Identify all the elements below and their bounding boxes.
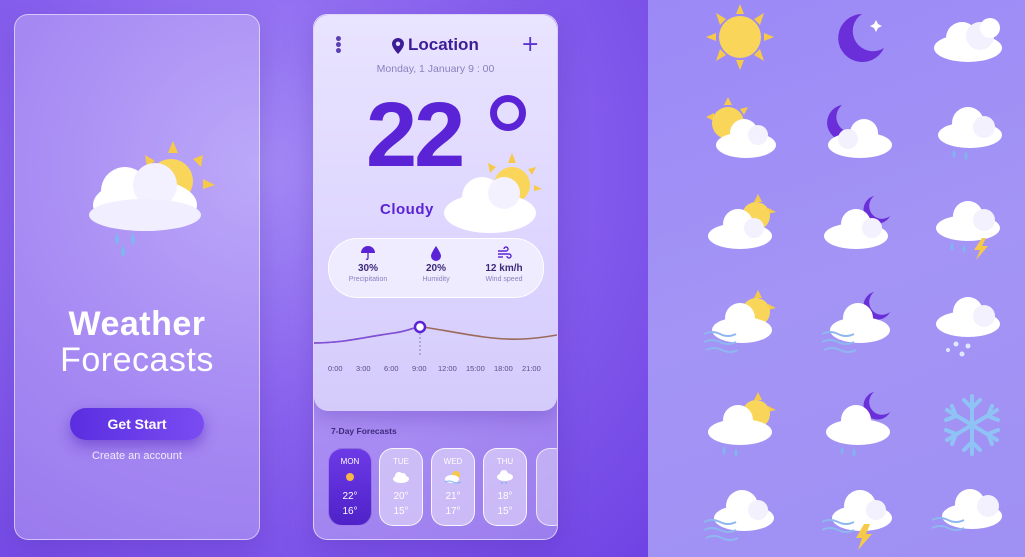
wind-icon bbox=[498, 246, 512, 259]
sun-cloud-wind-icon bbox=[444, 471, 462, 484]
cloud-wind-icon bbox=[703, 490, 774, 541]
time-label: 21:00 bbox=[522, 364, 541, 373]
precipitation-value: 30% bbox=[357, 263, 378, 274]
droplet-icon bbox=[431, 246, 441, 261]
time-label: 3:00 bbox=[356, 364, 371, 373]
time-label: 6:00 bbox=[384, 364, 399, 373]
background-right bbox=[648, 0, 1025, 557]
snowflake-icon bbox=[944, 394, 1000, 456]
cloud-snow-icon bbox=[497, 470, 513, 484]
time-label: 9:00 bbox=[412, 364, 427, 373]
moon-cloud-wind-icon bbox=[821, 292, 890, 353]
moon-behind-cloud-icon bbox=[824, 196, 890, 249]
day-name: WED bbox=[443, 457, 463, 466]
forecast-day-wed[interactable]: WED 21° 17° bbox=[431, 448, 475, 526]
cloud-rain-lightning-icon bbox=[936, 201, 1000, 260]
day-name: THU bbox=[496, 457, 514, 466]
cloud-fog-icon bbox=[931, 489, 1002, 531]
add-location-icon[interactable]: + bbox=[521, 32, 539, 57]
sun-cloud-icon bbox=[444, 153, 542, 233]
umbrella-icon bbox=[361, 246, 375, 260]
sun-cloud-rain-icon bbox=[708, 392, 776, 457]
forecast-day-partial[interactable] bbox=[536, 448, 557, 526]
sun-icon bbox=[346, 473, 354, 481]
day-name: TUE bbox=[393, 457, 409, 466]
precipitation-label: Precipitation bbox=[348, 276, 388, 283]
humidity-value: 20% bbox=[425, 263, 446, 274]
time-label: 18:00 bbox=[494, 364, 513, 373]
precipitation-stat: 30% Precipitation bbox=[333, 245, 403, 283]
condition-label: Cloudy bbox=[380, 201, 434, 218]
selected-hour-marker[interactable] bbox=[413, 320, 427, 334]
sun-cloud-rain-icon bbox=[89, 141, 215, 257]
splash-screen: Weather Forecasts Get Start Create an ac… bbox=[14, 14, 260, 540]
cloud-icon bbox=[393, 472, 409, 483]
menu-icon[interactable]: • • • bbox=[334, 33, 343, 59]
time-label: 0:00 bbox=[328, 364, 343, 373]
moon-cloud-icon bbox=[827, 105, 892, 158]
moon-cloud-rain-icon bbox=[826, 392, 890, 457]
splash-title: Weather bbox=[68, 305, 206, 343]
date-time: Monday, 1 January 9 : 00 bbox=[376, 63, 495, 75]
wind-value: 12 km/h bbox=[485, 263, 523, 274]
current-weather-panel: • • • Location + Monday, 1 January 9 : 00 … bbox=[314, 15, 557, 411]
high-temp: 22° bbox=[342, 491, 358, 502]
sun-behind-cloud-icon bbox=[708, 194, 776, 249]
create-account-link[interactable]: Create an account bbox=[15, 450, 259, 462]
hourly-temperature-curve bbox=[314, 320, 557, 355]
low-temp: 17° bbox=[445, 506, 461, 517]
humidity-label: Humidity bbox=[422, 276, 450, 283]
high-temp: 20° bbox=[393, 491, 409, 502]
cloud-icon bbox=[934, 18, 1002, 62]
cloud-hail-icon bbox=[936, 297, 1000, 357]
stats-panel: 30% Precipitation 20% Humidity 12 km/h W… bbox=[328, 238, 544, 298]
get-start-button[interactable]: Get Start bbox=[70, 408, 204, 440]
low-temp: 15° bbox=[393, 506, 409, 517]
sun-cloud-icon bbox=[706, 97, 776, 158]
moon-stars-icon bbox=[838, 14, 884, 62]
high-temp: 21° bbox=[445, 491, 461, 502]
low-temp: 15° bbox=[497, 506, 513, 517]
weather-screen: • • • Location + Monday, 1 January 9 : 00 … bbox=[313, 14, 558, 540]
high-temp: 18° bbox=[497, 491, 513, 502]
wind-stat: 12 km/h Wind speed bbox=[469, 245, 539, 283]
humidity-stat: 20% Humidity bbox=[401, 245, 471, 283]
forecast-day-mon[interactable]: MON 22° 16° bbox=[328, 448, 372, 526]
sun-cloud-wind-icon bbox=[703, 290, 776, 353]
forecast-title: 7-Day Forecasts bbox=[331, 426, 397, 436]
location-label[interactable]: Location bbox=[408, 35, 479, 55]
low-temp: 16° bbox=[342, 506, 358, 517]
forecast-day-thu[interactable]: THU 18° 15° bbox=[483, 448, 527, 526]
sun-icon bbox=[706, 4, 774, 70]
wind-label: Wind speed bbox=[485, 276, 523, 283]
splash-subtitle: Forecasts bbox=[60, 341, 214, 379]
time-label: 15:00 bbox=[466, 364, 485, 373]
degree-symbol bbox=[490, 95, 526, 131]
forecast-day-tue[interactable]: TUE 20° 15° bbox=[379, 448, 423, 526]
day-name: MON bbox=[340, 457, 360, 466]
hourly-time-axis: 0:00 3:00 6:00 9:00 12:00 15:00 18:00 21… bbox=[314, 364, 557, 376]
cloud-wind-lightning-icon bbox=[821, 490, 892, 550]
cloud-rain-icon bbox=[938, 107, 1002, 160]
location-pin-icon bbox=[392, 38, 404, 54]
time-label: 12:00 bbox=[438, 364, 457, 373]
